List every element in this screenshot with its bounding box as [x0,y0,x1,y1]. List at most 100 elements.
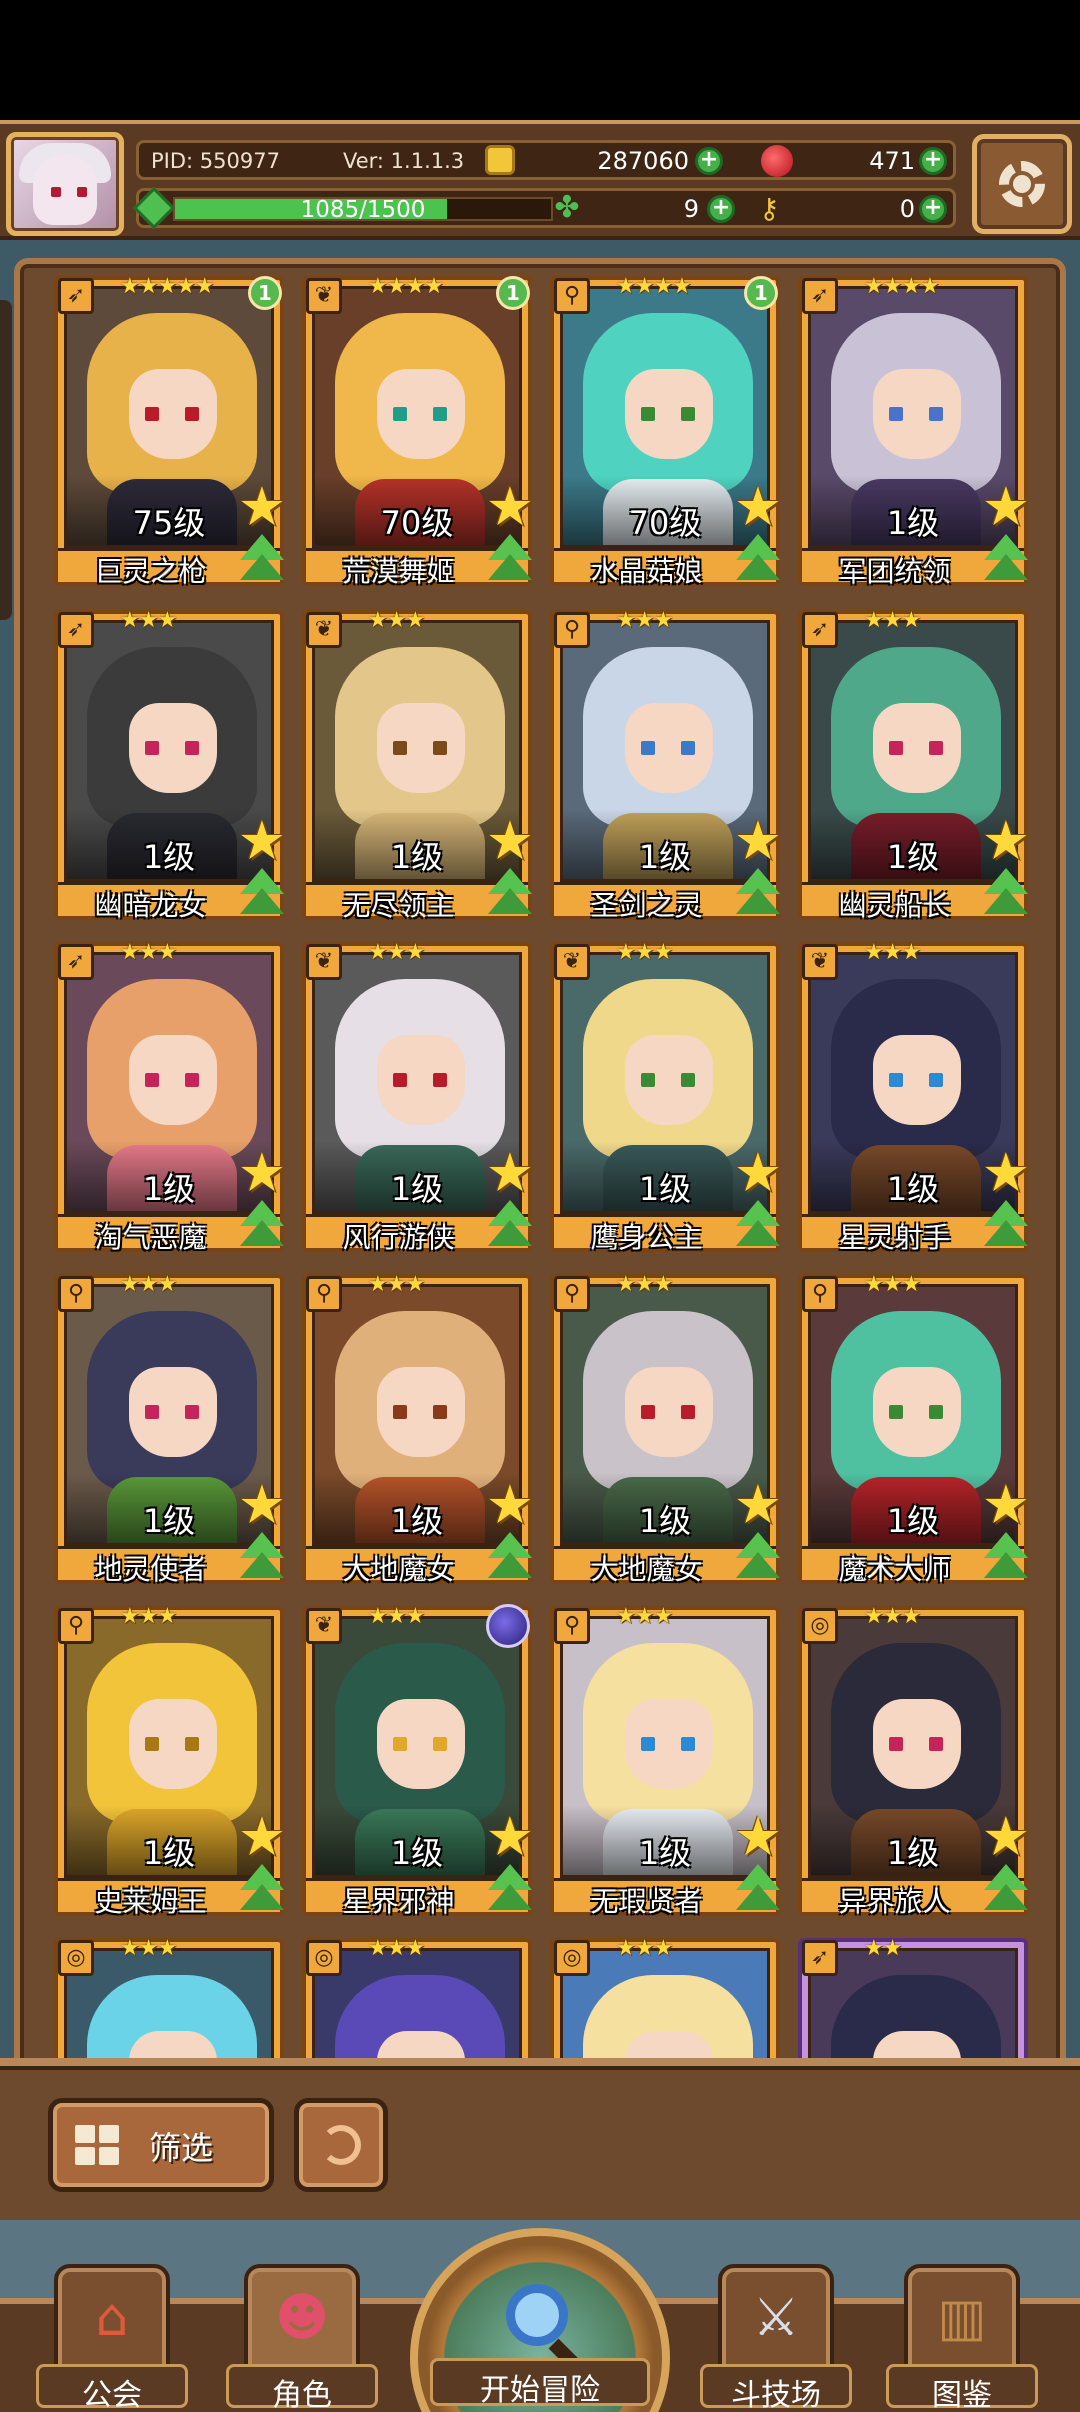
add-gold-button[interactable]: + [695,147,723,175]
hero-eye-right [681,1405,695,1419]
star-upgrade-icon: ★ [733,1141,783,1204]
hero-card[interactable]: ◎ ★★★ 1级 异界旅人 ★ [798,1604,1030,1918]
refresh-icon [321,2125,361,2165]
start-adventure-button[interactable]: 开始冒险 [410,2228,670,2412]
guild-hall-icon: ⌂ [95,2288,129,2348]
star-upgrade-icon: ★ [485,1805,535,1868]
hero-card[interactable]: ❦ ★★★ 1级 无尽领主 ★ [302,608,534,922]
adventure-label-box: 开始冒险 [430,2358,650,2408]
hero-eye-left [889,1737,903,1751]
hero-eye-left [393,1405,407,1419]
hero-card[interactable]: ➶ ★★★★ 1级 军团统领 ★ [798,274,1030,588]
hero-face [129,1367,217,1457]
level-up-arrow-icon [732,1864,784,1916]
level-up-arrow-icon [484,1864,536,1916]
player-avatar[interactable] [6,132,124,236]
hero-card[interactable]: ➶ ★★★ 1级 幽暗龙女 ★ [54,608,286,922]
hero-rarity-stars: ★★★ [616,1936,673,1961]
hero-eye-left [889,407,903,421]
exp-bar: 1085/1500 [173,197,553,223]
hero-card[interactable]: ⚲ ★★★ 1级 地灵使者 ★ [54,1272,286,1586]
hero-eye-right [929,741,943,755]
add-gem-button[interactable]: + [919,147,947,175]
hero-eye-right [929,407,943,421]
status-bar [0,0,1080,120]
add-clover-button[interactable]: + [707,195,735,223]
hero-name: 无尽领主 [342,889,455,922]
hero-rarity-stars: ★★★★ [616,274,692,299]
hero-eye-left [393,1073,407,1087]
currency-row: PID: 550977 Ver: 1.1.1.3 287060 + 471 + [136,140,956,180]
hero-card[interactable]: ❦ ★★★ 1级 鹰身公主 ★ [550,940,782,1254]
hero-face [377,1367,465,1457]
star-upgrade-icon: ★ [733,809,783,872]
side-tab[interactable] [0,300,12,620]
hero-eye-left [889,1073,903,1087]
hero-rarity-stars: ★★★ [616,940,673,965]
level-up-arrow-icon [980,1532,1032,1584]
hero-class-icon: ❦ [306,612,342,648]
hero-eye-right [433,1737,447,1751]
nav-guild[interactable]: ⌂ 公会 [36,2264,188,2412]
hero-card[interactable]: ⚲ ★★★ 1级 无瑕贤者 ★ [550,1604,782,1918]
nav-arena-label: 斗技场 [731,2378,821,2412]
exp-text: 1085/1500 [300,197,426,223]
filter-button[interactable]: 筛选 [48,2098,274,2192]
hero-name: 大地魔女 [342,1553,455,1586]
gem-amount: 471 [869,147,915,175]
grid-filter-icon [75,2125,119,2165]
hero-card[interactable]: ➶ ★★★★★ 1 75级 巨灵之枪 ★ [54,274,286,588]
nav-arena[interactable]: ⚔ 斗技场 [700,2264,852,2412]
hero-card[interactable]: ➶ ★★★ 1级 幽灵船长 ★ [798,608,1030,922]
star-upgrade-icon: ★ [981,1805,1031,1868]
hero-card[interactable]: ❦ ★★★ 1级 风行游侠 ★ [302,940,534,1254]
hero-card[interactable]: ❦ ★★★ 1级 星灵射手 ★ [798,940,1030,1254]
hero-class-icon: ⚲ [58,1608,94,1644]
refresh-button[interactable] [294,2098,388,2192]
hero-face [377,703,465,793]
hero-name: 淘气恶魔 [94,1221,207,1254]
hero-name: 大地魔女 [590,1553,703,1586]
hero-card[interactable]: ⚲ ★★★ 1级 大地魔女 ★ [550,1272,782,1586]
hero-count-badge: 1 [248,276,282,310]
hero-card[interactable]: ⚲ ★★★ 1级 大地魔女 ★ [302,1272,534,1586]
nav-arena-icon-box: ⚔ [718,2264,834,2374]
nav-guild-label-box: 公会 [36,2364,188,2412]
hero-class-icon: ➶ [802,612,838,648]
hero-rarity-stars: ★★★ [120,940,177,965]
level-up-arrow-icon [980,868,1032,920]
nav-heroes[interactable]: ☻ 角色 [226,2264,378,2412]
level-up-arrow-icon [732,534,784,586]
hero-eye-left [641,741,655,755]
hero-name: 巨灵之枪 [94,555,207,588]
nav-codex-icon-box: ▥ [904,2264,1020,2374]
hero-class-icon: ➶ [802,278,838,314]
hero-class-icon: ➶ [58,944,94,980]
hero-card[interactable]: ⚲ ★★★ 1级 魔术大师 ★ [798,1272,1030,1586]
hero-card[interactable]: ❦ ★★★★ 1 70级 荒漠舞姬 ★ [302,274,534,588]
nav-codex[interactable]: ▥ 图鉴 [886,2264,1038,2412]
key-icon: ⚷ [759,192,780,225]
hero-eye-right [929,1073,943,1087]
hero-card[interactable]: ⚲ ★★★★ 1 70级 水晶菇娘 ★ [550,274,782,588]
settings-button[interactable] [972,134,1072,234]
add-key-button[interactable]: + [919,195,947,223]
hero-class-icon: ❦ [802,944,838,980]
hero-eye-right [929,1405,943,1419]
hero-card[interactable]: ⚲ ★★★ 1级 史莱姆王 ★ [54,1604,286,1918]
level-up-arrow-icon [484,868,536,920]
hero-eye-left [393,1737,407,1751]
hero-count-badge: 1 [744,276,778,310]
hero-eye-left [641,1073,655,1087]
nav-codex-label: 图鉴 [932,2378,992,2412]
hero-name: 地灵使者 [94,1553,207,1586]
hero-name: 无瑕贤者 [590,1885,703,1918]
hero-rarity-stars: ★★★★ [864,274,940,299]
star-upgrade-icon: ★ [733,475,783,538]
hero-card[interactable]: ❦ ★★★ 1级 星界邪神 ★ [302,1604,534,1918]
hero-card[interactable]: ➶ ★★★ 1级 淘气恶魔 ★ [54,940,286,1254]
hero-eye-left [641,1405,655,1419]
hero-card[interactable]: ⚲ ★★★ 1级 圣剑之灵 ★ [550,608,782,922]
hero-rarity-stars: ★★★ [368,608,425,633]
star-upgrade-icon: ★ [485,809,535,872]
